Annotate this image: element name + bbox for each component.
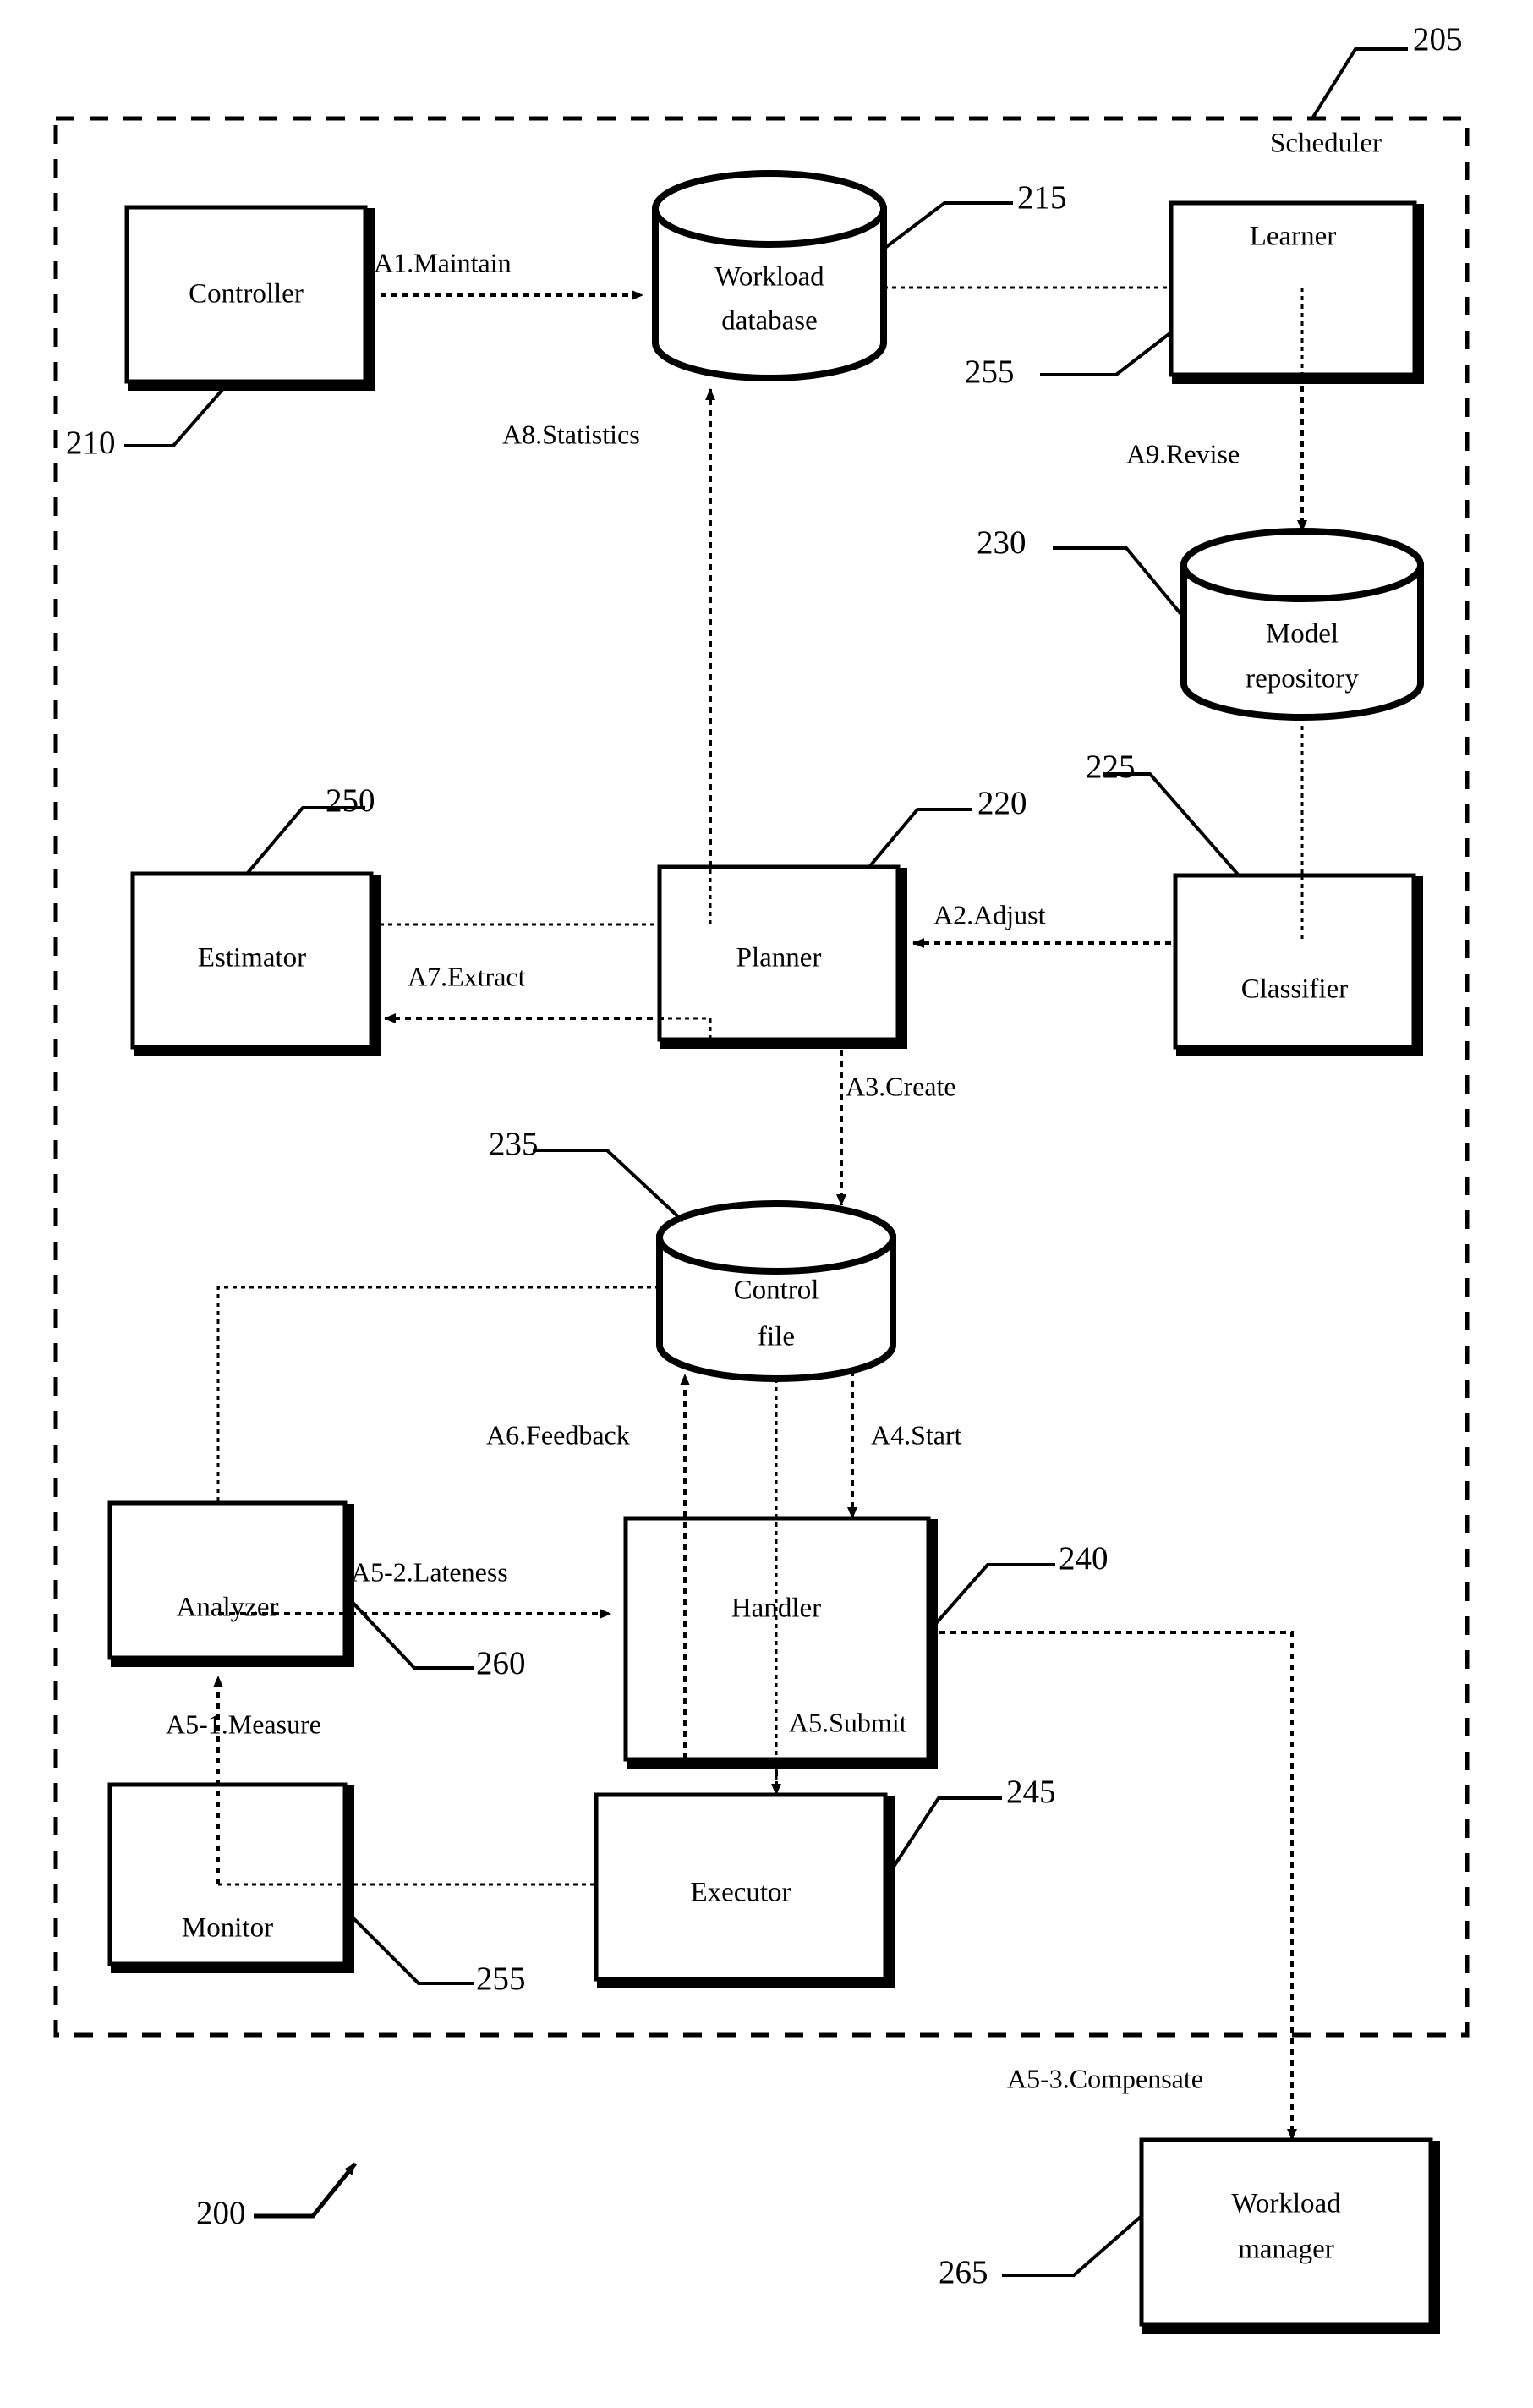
ref-number-235: 235 [489,1126,539,1162]
ref-leader-220 [868,808,972,869]
workload-manager-label-line2: manager [1238,2235,1334,2265]
handler-label: Handler [731,1593,821,1624]
flow-label-a9-revise: A9.Revise [1126,438,1240,469]
flow-label-a2-adjust: A2.Adjust [933,899,1046,930]
ref-number-255-monitor: 255 [476,1961,526,1997]
ref-leader-265 [1002,2214,1143,2277]
ref-number-205: 205 [1413,21,1463,58]
control-file-label-line2: file [758,1322,795,1352]
ref-leader-215 [881,201,1013,251]
executor-label: Executor [690,1878,791,1908]
flow-label-a1-maintain: A1.Maintain [374,247,512,277]
ref-number-260: 260 [476,1645,526,1681]
ref-leader-230 [1053,546,1185,619]
workload-manager-label-line1: Workload [1231,2189,1341,2219]
ref-number-240: 240 [1059,1540,1109,1577]
ref-leader-240 [930,1563,1055,1630]
controller-label: Controller [189,279,304,310]
analyzer-label: Analyzer [177,1593,279,1623]
scheduler-region-label: Scheduler [1270,129,1382,159]
control-file-label-line1: Control [734,1275,819,1306]
ref-number-255-learner: 255 [965,354,1015,390]
flow-label-a5-submit: A5.Submit [789,1707,907,1737]
ref-number-225: 225 [1086,749,1136,785]
ref-number-230: 230 [977,524,1027,561]
node-classifier[interactable] [1173,873,1423,1056]
classifier-label: Classifier [1241,974,1348,1005]
ref-leader-235 [533,1149,685,1223]
ref-number-210: 210 [66,425,116,461]
flow-label-a3-create: A3.Create [846,1071,956,1101]
patent-figure: Scheduler Controller Workload database L… [0,0,1533,2408]
planner-label: Planner [736,943,822,974]
workload-database-label-line2: database [721,306,818,337]
ref-leader-210 [124,383,228,447]
model-repository-label-line1: Model [1266,619,1339,650]
model-repository-label-line2: repository [1246,664,1359,694]
ref-leader-260 [343,1593,474,1670]
ref-leader-255-monitor [343,1908,474,1985]
ref-number-220: 220 [977,785,1027,821]
learner-label: Learner [1250,222,1337,252]
flow-label-a8-statistics: A8.Statistics [502,419,640,449]
monitor-label: Monitor [182,1913,273,1944]
connector-control-file-left [216,1286,660,1503]
flow-label-a4-start: A4.Start [871,1419,962,1450]
flow-label-a52-lateness: A5-2.Lateness [351,1556,508,1587]
flow-label-a53-compensate: A5-3.Compensate [1007,2063,1203,2093]
ref-number-245: 245 [1006,1774,1056,1810]
flow-label-a6-feedback: A6.Feedback [486,1419,630,1450]
ref-number-215: 215 [1017,179,1067,216]
estimator-label: Estimator [198,943,306,974]
node-analyzer[interactable] [107,1500,354,1667]
ref-number-250: 250 [326,782,375,819]
flow-label-a51-measure: A5-1.Measure [166,1709,321,1739]
ref-leader-255-learner [1040,331,1173,376]
ref-leader-200 [254,2162,357,2219]
ref-leader-245 [884,1796,1002,1881]
flow-label-a7-extract: A7.Extract [408,961,526,991]
diagram-canvas: Scheduler Controller Workload database L… [53,21,1470,2334]
ref-number-200: 200 [196,2195,246,2231]
ref-number-265: 265 [939,2254,988,2290]
workload-database-label-line1: Workload [714,262,824,293]
ref-leader-205 [1311,47,1408,120]
ref-leader-225 [1103,772,1240,877]
